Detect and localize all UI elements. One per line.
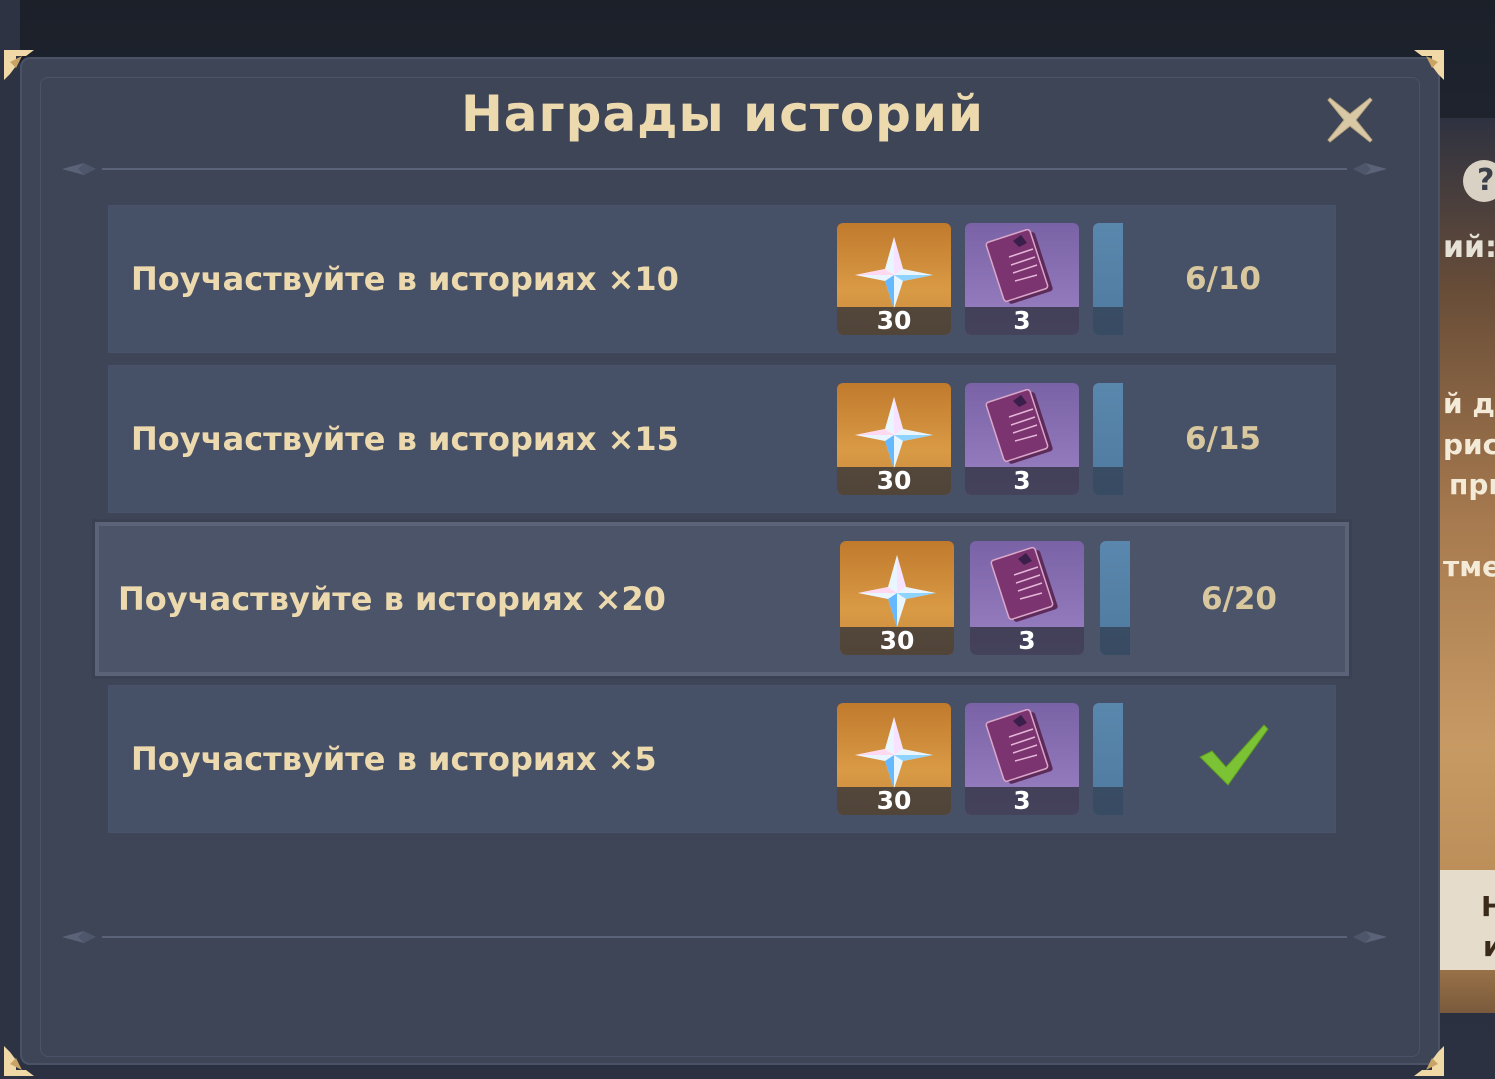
reward-count — [1093, 467, 1123, 495]
reward-item-partial[interactable] — [1093, 383, 1123, 495]
reward-row[interactable]: Поучаствуйте в историях ×10 30 3 6/10 — [108, 205, 1336, 353]
row-progress: 6/15 — [1184, 421, 1261, 457]
reward-item-partial[interactable] — [1093, 223, 1123, 335]
background-text: Н — [1481, 890, 1495, 923]
close-button[interactable] — [1322, 92, 1378, 148]
primogem-icon — [837, 703, 951, 789]
reward-item-book[interactable]: 3 — [965, 703, 1079, 815]
completed-check-icon — [1198, 723, 1270, 787]
background-text: тме — [1443, 550, 1495, 583]
row-progress: 6/10 — [1184, 261, 1261, 297]
reward-count: 3 — [965, 787, 1079, 815]
game-screen: ? ий: й де рис при тме Н и Награды истор… — [0, 0, 1495, 1079]
reward-count — [1093, 307, 1123, 335]
corner-ornament-icon — [1412, 1044, 1446, 1078]
background-text: ий: — [1443, 230, 1495, 265]
background-text: и — [1483, 930, 1495, 963]
row-task-label: Поучаствуйте в историях ×15 — [131, 420, 679, 458]
background-text: рис — [1443, 428, 1495, 461]
book-icon — [970, 541, 1084, 627]
reward-item-primogem[interactable]: 30 — [837, 383, 951, 495]
reward-count — [1100, 627, 1130, 655]
primogem-icon — [837, 223, 951, 309]
reward-count: 3 — [970, 627, 1084, 655]
primogem-icon — [837, 383, 951, 469]
row-progress: 6/20 — [1200, 581, 1277, 617]
dialog-title: Награды историй — [460, 85, 985, 143]
reward-count: 30 — [837, 467, 951, 495]
reward-count: 3 — [965, 467, 1079, 495]
reward-item-book[interactable]: 3 — [965, 223, 1079, 335]
reward-item-book[interactable]: 3 — [970, 541, 1084, 655]
reward-item-primogem[interactable]: 30 — [837, 223, 951, 335]
background-left-edge — [0, 0, 20, 1079]
reward-row-selected[interactable]: Поучаствуйте в историях ×20 30 3 6/20 — [95, 522, 1349, 676]
row-task-label: Поучаствуйте в историях ×5 — [131, 740, 657, 778]
reward-item-primogem[interactable]: 30 — [837, 703, 951, 815]
reward-item-partial[interactable] — [1100, 541, 1130, 655]
reward-count — [1093, 787, 1123, 815]
background-text: при — [1449, 468, 1495, 501]
book-icon — [965, 223, 1079, 309]
close-icon — [1327, 97, 1373, 143]
book-icon — [965, 703, 1079, 789]
corner-ornament-icon — [1412, 48, 1446, 82]
reward-count: 30 — [837, 787, 951, 815]
reward-row-completed[interactable]: Поучаствуйте в историях ×5 30 3 — [108, 685, 1336, 833]
reward-row[interactable]: Поучаствуйте в историях ×15 30 3 6/15 — [108, 365, 1336, 513]
reward-count: 30 — [837, 307, 951, 335]
row-task-label: Поучаствуйте в историях ×10 — [131, 260, 679, 298]
corner-ornament-icon — [2, 1044, 36, 1078]
reward-item-primogem[interactable]: 30 — [840, 541, 954, 655]
primogem-icon — [840, 541, 954, 627]
reward-count: 3 — [965, 307, 1079, 335]
reward-item-book[interactable]: 3 — [965, 383, 1079, 495]
top-divider — [62, 159, 1387, 179]
background-text: й де — [1443, 387, 1495, 420]
book-icon — [965, 383, 1079, 469]
reward-item-partial[interactable] — [1093, 703, 1123, 815]
bottom-divider — [62, 927, 1387, 947]
row-task-label: Поучаствуйте в историях ×20 — [118, 580, 666, 618]
reward-count: 30 — [840, 627, 954, 655]
corner-ornament-icon — [2, 48, 36, 82]
